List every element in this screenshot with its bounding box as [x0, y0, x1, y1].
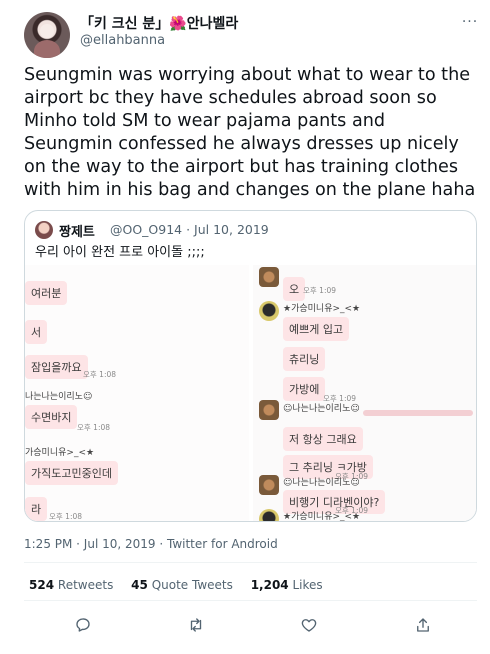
avatar-face — [40, 24, 54, 38]
chat-time: 오후 1:09 — [303, 286, 337, 295]
chat-time: 오후 1:08 — [49, 512, 83, 521]
like-icon — [301, 619, 317, 632]
share-icon — [417, 618, 429, 632]
chat-bubble: 예쁘게 입고 — [283, 317, 350, 341]
chat-bubble: 여러분 — [25, 281, 68, 305]
chat-time: 오후 1:08 — [83, 370, 117, 379]
reply-button[interactable] — [70, 612, 96, 638]
chat-bubble: 수면바지 — [25, 405, 78, 429]
chat-avatar — [259, 301, 279, 321]
chat-bubble: 츄리닝 — [283, 347, 326, 371]
retweets-count: 524 — [29, 578, 55, 592]
chat-bubble: 서 — [25, 320, 48, 344]
author-handle[interactable]: @ellahbanna — [80, 33, 165, 48]
quoted-handle-date[interactable]: @OO_O914 · Jul 10, 2019 — [110, 222, 269, 237]
share-button[interactable] — [410, 612, 436, 638]
chat-nickname: ☺나는나는이리노☺ — [283, 478, 360, 488]
avatar[interactable] — [24, 12, 70, 58]
likes-label: Likes — [292, 578, 323, 592]
quoted-tweet[interactable]: 짱제트 @OO_O914 · Jul 10, 2019 우리 아이 완전 프로 … — [24, 210, 477, 522]
tweet-actions — [24, 612, 477, 638]
tweet-timestamp[interactable]: 1:25 PM · Jul 10, 2019 · Twitter for And… — [24, 537, 278, 551]
chat-nickname: 가승미니유>_<★ — [25, 448, 95, 458]
like-button[interactable] — [296, 612, 322, 638]
chat-bubble: 가방에 — [283, 377, 326, 401]
likes-stat[interactable]: 1,204 Likes — [251, 578, 323, 592]
divider — [24, 562, 477, 563]
divider — [24, 600, 477, 601]
likes-count: 1,204 — [250, 578, 289, 592]
chat-bubble: 오 — [283, 277, 306, 301]
chat-bar — [363, 410, 473, 416]
retweet-icon — [190, 618, 202, 632]
quoted-image-left[interactable]: 여러분 서 잠입을까요 오후 1:08 나는나는이리노☺ 수면바지 오후 1:0… — [25, 265, 249, 521]
avatar-body — [34, 40, 60, 58]
author-display-name[interactable]: 「키 크신 분」🌺안나벨라 — [80, 13, 238, 33]
chat-bubble: 안에 — [283, 521, 315, 522]
reply-icon — [76, 618, 90, 632]
chat-bubble: 라 — [25, 497, 48, 521]
more-options-icon[interactable]: ··· — [458, 10, 482, 34]
quote-tweets-stat[interactable]: 45 Quote Tweets — [131, 578, 233, 592]
tweet: 「키 크신 분」🌺안나벨라 @ellahbanna ··· Seungmin w… — [0, 0, 490, 654]
quoted-image-right[interactable]: 오 오후 1:09 ★가승미니유>_<★ 예쁘게 입고 츄리닝 가방에 오후 1… — [253, 265, 476, 522]
chat-avatar — [259, 400, 279, 420]
tweet-stats: 524 Retweets 45 Quote Tweets 1,204 Likes — [29, 578, 337, 592]
chat-bubble: 가직도고민중인데 — [25, 461, 118, 485]
chat-bubble: 저 항상 그래요 — [283, 427, 363, 451]
quote-tweets-label: Quote Tweets — [151, 578, 233, 592]
retweet-button[interactable] — [183, 612, 209, 638]
tweet-text: Seungmin was worrying about what to wear… — [24, 65, 476, 200]
quoted-display-name[interactable]: 짱제트 — [59, 221, 95, 240]
quoted-avatar[interactable] — [35, 221, 53, 239]
chat-bubble: 잠입을까요 — [25, 355, 88, 379]
chat-nickname: ★가승미니유>_<★ — [283, 304, 361, 314]
quote-tweets-count: 45 — [131, 578, 148, 592]
chat-avatar — [259, 475, 279, 495]
chat-avatar — [259, 267, 279, 287]
quoted-text: 우리 아이 완전 프로 아이돌 ;;;; — [35, 245, 205, 260]
chat-nickname: 나는나는이리노☺ — [25, 392, 93, 402]
chat-avatar — [259, 509, 279, 521]
chat-time: 오후 1:08 — [77, 423, 111, 432]
retweets-label: Retweets — [57, 578, 114, 592]
retweets-stat[interactable]: 524 Retweets — [29, 578, 113, 592]
chat-nickname: ☺나는나는이리노☺ — [283, 404, 360, 414]
